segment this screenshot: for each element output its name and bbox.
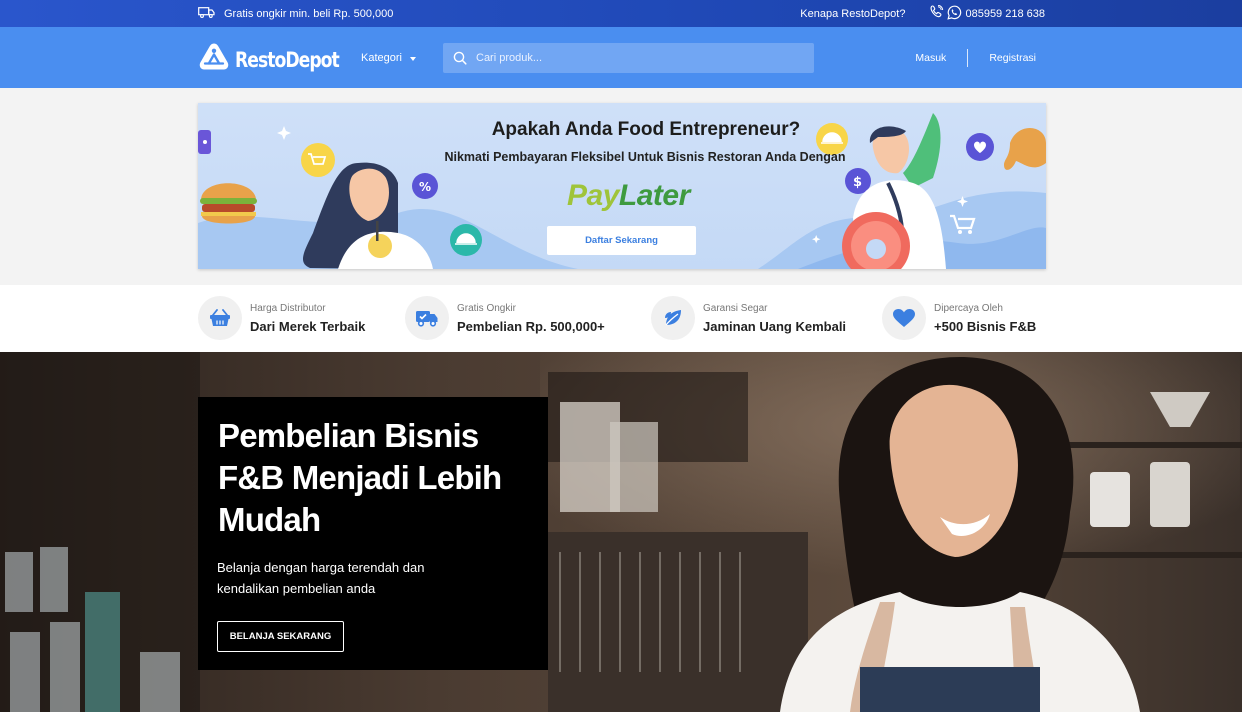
- search-bar[interactable]: [443, 43, 814, 73]
- feature-caption: Dipercaya Oleh: [934, 302, 1003, 314]
- feature-icon-circle: [405, 296, 449, 340]
- belanja-sekarang-button[interactable]: BELANJA SEKARANG: [217, 621, 344, 652]
- hero-card: Pembelian Bisnis F&B Menjadi Lebih Mudah…: [198, 397, 548, 670]
- login-link[interactable]: Masuk: [915, 52, 946, 64]
- burger-illustration: [200, 183, 257, 224]
- kategori-dropdown[interactable]: Kategori: [361, 27, 416, 88]
- feature-caption: Gratis Ongkir: [457, 302, 516, 314]
- logo-text: RestoDepot: [235, 47, 340, 72]
- feature-harga-distributor: Harga Distributor Dari Merek Terbaik: [198, 296, 365, 340]
- phone-contact[interactable]: 085959 218 638: [929, 4, 1045, 23]
- feature-icon-circle: [882, 296, 926, 340]
- logo[interactable]: RestoDepot: [198, 42, 362, 77]
- feature-icon-circle: [651, 296, 695, 340]
- feature-dipercaya-oleh: Dipercaya Oleh +500 Bisnis F&B: [882, 296, 1036, 340]
- feature-garansi-segar: Garansi Segar Jaminan Uang Kembali: [651, 296, 846, 340]
- search-icon: [453, 51, 467, 65]
- paylater-pay: Pay: [567, 179, 619, 212]
- feature-title: Dari Merek Terbaik: [250, 318, 366, 334]
- auth-links: Masuk Registrasi: [915, 27, 1036, 88]
- register-link[interactable]: Registrasi: [989, 52, 1036, 64]
- shipping-notice: Gratis ongkir min. beli Rp. 500,000: [198, 0, 393, 27]
- hero-title: Pembelian Bisnis F&B Menjadi Lebih Mudah: [218, 417, 502, 538]
- truck-icon: [198, 6, 215, 21]
- logo-icon: [198, 42, 230, 77]
- feature-caption: Harga Distributor: [250, 302, 326, 314]
- feature-icon-circle: [198, 296, 242, 340]
- feature-gratis-ongkir: Gratis Ongkir Pembelian Rp. 500,000+: [405, 296, 605, 340]
- feature-title: Jaminan Uang Kembali: [703, 318, 847, 334]
- top-bar: Gratis ongkir min. beli Rp. 500,000 Kena…: [0, 0, 1242, 27]
- truck-icon: [416, 311, 438, 327]
- paylater-logo: PayLater: [567, 179, 690, 213]
- promo-banner[interactable]: % $ Apakah Anda Food Entrepreneur? Nikma…: [198, 103, 1046, 269]
- shipping-text: Gratis ongkir min. beli Rp. 500,000: [224, 7, 394, 20]
- features-row: Harga Distributor Dari Merek Terbaik Gra…: [0, 285, 1242, 352]
- leaf-icon: [665, 310, 681, 326]
- main-header: RestoDepot Kategori Masuk Registrasi: [0, 27, 1242, 88]
- feature-title: +500 Bisnis F&B: [934, 318, 1037, 334]
- banner-title: Apakah Anda Food Entrepreneur?: [491, 119, 801, 140]
- hero-description: Belanja dengan harga terendah dan kendal…: [217, 560, 425, 596]
- whatsapp-icon: [947, 5, 962, 23]
- search-input[interactable]: [476, 52, 776, 64]
- heart-icon: [893, 308, 915, 327]
- hero-section: Pembelian Bisnis F&B Menjadi Lebih Mudah…: [0, 352, 1242, 712]
- phone-icon: [929, 4, 944, 22]
- hero-background-photo: [0, 352, 1242, 712]
- svg-text:$: $: [853, 175, 862, 190]
- phone-number: 085959 218 638: [965, 7, 1045, 20]
- daftar-sekarang-button[interactable]: Daftar Sekarang: [547, 226, 696, 255]
- paylater-later: Later: [618, 179, 690, 212]
- divider: [967, 48, 969, 67]
- kategori-label: Kategori: [361, 51, 402, 64]
- basket-icon: [210, 309, 230, 326]
- chevron-down-icon: [409, 56, 416, 61]
- feature-caption: Garansi Segar: [703, 302, 768, 314]
- feature-title: Pembelian Rp. 500,000+: [457, 318, 605, 334]
- banner-subtitle: Nikmati Pembayaran Fleksibel Untuk Bisni…: [444, 150, 846, 164]
- svg-text:%: %: [419, 180, 431, 194]
- why-restodepot-link[interactable]: Kenapa RestoDepot?: [800, 8, 905, 20]
